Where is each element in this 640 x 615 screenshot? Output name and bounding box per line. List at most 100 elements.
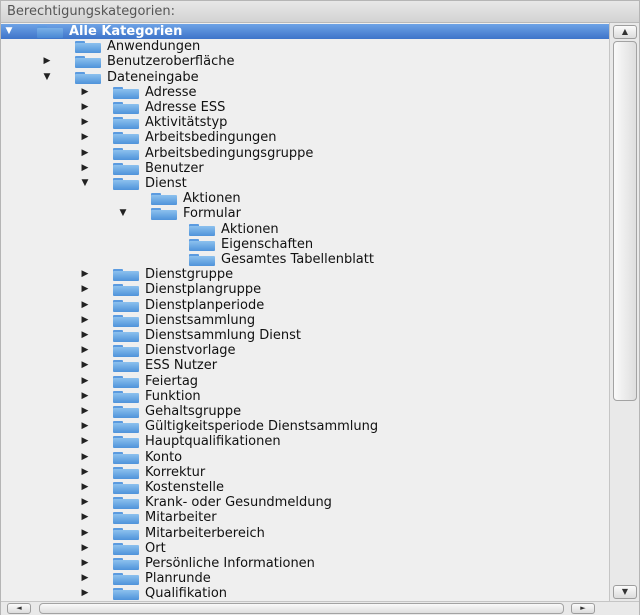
- triangle-down-icon[interactable]: ▼: [3, 24, 15, 39]
- triangle-right-icon[interactable]: ▶: [79, 298, 91, 313]
- tree-node[interactable]: ▶ Dienstsammlung Dienst: [1, 328, 609, 343]
- tree-node[interactable]: ▶ Arbeitsbedingungen: [1, 130, 609, 145]
- tree-node[interactable]: ▶ Dienstsammlung: [1, 313, 609, 328]
- tree-node[interactable]: ▶ Dienstplanperiode: [1, 298, 609, 313]
- triangle-right-icon[interactable]: ▶: [79, 343, 91, 358]
- tree-node[interactable]: ▶ Dienstvorlage: [1, 343, 609, 358]
- triangle-right-icon[interactable]: ▶: [79, 434, 91, 449]
- triangle-down-icon[interactable]: ▼: [41, 70, 53, 85]
- tree-node[interactable]: ▶ Benutzer: [1, 161, 609, 176]
- tree-node[interactable]: ▶ Mitarbeiterbereich: [1, 526, 609, 541]
- horizontal-scroll-thumb[interactable]: [39, 603, 564, 614]
- triangle-right-icon[interactable]: ▶: [79, 389, 91, 404]
- tree-node[interactable]: ▶ Persönliche Informationen: [1, 556, 609, 571]
- triangle-right-icon[interactable]: ▶: [79, 571, 91, 586]
- tree-node[interactable]: ▶ Kostenstelle: [1, 480, 609, 495]
- tree-node[interactable]: Gesamtes Tabellenblatt: [1, 252, 609, 267]
- tree-node[interactable]: ▼ Dateneingabe: [1, 70, 609, 85]
- triangle-right-icon[interactable]: ▶: [79, 465, 91, 480]
- triangle-down-icon[interactable]: ▼: [79, 176, 91, 191]
- triangle-right-icon[interactable]: ▶: [79, 100, 91, 115]
- tree-node[interactable]: Anwendungen: [1, 39, 609, 54]
- triangle-right-icon[interactable]: ▶: [79, 146, 91, 161]
- folder-icon: [113, 482, 139, 494]
- tree-node[interactable]: ▶ Funktion: [1, 389, 609, 404]
- tree-node[interactable]: ▶ Krank- oder Gesundmeldung: [1, 495, 609, 510]
- triangle-right-icon[interactable]: ▶: [79, 115, 91, 130]
- category-tree[interactable]: ▼ Alle Kategorien Anwendungen ▶ Benutzerober…: [1, 23, 609, 601]
- folder-icon: [113, 117, 139, 130]
- tree-node[interactable]: Eigenschaften: [1, 237, 609, 252]
- tree-node-label: Mitarbeiterbereich: [145, 525, 265, 541]
- tree-node[interactable]: ▶ Adresse: [1, 85, 609, 100]
- triangle-right-icon[interactable]: ▶: [79, 358, 91, 373]
- tree-node[interactable]: ▶ ESS Nutzer: [1, 358, 609, 373]
- folder-icon: [189, 223, 215, 236]
- triangle-right-icon[interactable]: ▶: [79, 85, 91, 100]
- tree-node[interactable]: ▶ Korrektur: [1, 465, 609, 480]
- folder-icon: [75, 41, 101, 54]
- tree-node[interactable]: Aktionen: [1, 191, 609, 206]
- folder-icon: [113, 390, 139, 403]
- folder-icon: [113, 299, 139, 312]
- triangle-down-icon[interactable]: ▼: [117, 206, 129, 221]
- vertical-scroll-thumb[interactable]: [613, 41, 637, 401]
- tree-node-label: Dienstvorlage: [145, 343, 236, 359]
- triangle-right-icon[interactable]: ▶: [79, 510, 91, 525]
- tree-node[interactable]: ▶ Dienstplangruppe: [1, 282, 609, 297]
- folder-icon: [113, 542, 139, 555]
- triangle-right-icon[interactable]: ▶: [79, 495, 91, 510]
- triangle-right-icon[interactable]: ▶: [79, 480, 91, 495]
- tree-node[interactable]: ▶ Hauptqualifikationen: [1, 434, 609, 449]
- triangle-right-icon[interactable]: ▶: [79, 374, 91, 389]
- triangle-right-icon[interactable]: ▶: [79, 556, 91, 571]
- folder-icon: [113, 330, 139, 342]
- tree-node[interactable]: ▶ Feiertag: [1, 374, 609, 389]
- tree-node[interactable]: ▶ Mitarbeiter: [1, 510, 609, 525]
- triangle-right-icon[interactable]: ▶: [79, 267, 91, 282]
- scroll-left-button[interactable]: ◄: [7, 603, 31, 614]
- tree-node[interactable]: ▶ Planrunde: [1, 571, 609, 586]
- triangle-right-icon[interactable]: ▶: [41, 54, 53, 69]
- horizontal-scrollbar[interactable]: ◄ ►: [1, 601, 639, 615]
- tree-node[interactable]: ▶ Aktivitätstyp: [1, 115, 609, 130]
- folder-icon: [113, 497, 139, 510]
- tree-node-label: Mitarbeiter: [145, 510, 217, 526]
- scroll-down-button[interactable]: ▼: [613, 585, 637, 599]
- triangle-right-icon[interactable]: ▶: [79, 526, 91, 541]
- folder-icon: [113, 466, 139, 479]
- tree-node[interactable]: ▼ Dienst: [1, 176, 609, 191]
- tree-node[interactable]: ▶ Qualifikation: [1, 586, 609, 601]
- scroll-right-button[interactable]: ►: [571, 603, 595, 614]
- folder-icon: [37, 26, 63, 38]
- tree-node-label: Alle Kategorien: [69, 24, 183, 39]
- tree-node[interactable]: ▶ Konto: [1, 450, 609, 465]
- tree-node[interactable]: ▼ Formular: [1, 206, 609, 221]
- triangle-right-icon[interactable]: ▶: [79, 419, 91, 434]
- vertical-scrollbar[interactable]: ▲ ▼: [609, 23, 639, 601]
- triangle-right-icon[interactable]: ▶: [79, 313, 91, 328]
- triangle-right-icon[interactable]: ▶: [79, 586, 91, 601]
- tree-node[interactable]: ▶ Dienstgruppe: [1, 267, 609, 282]
- triangle-right-icon[interactable]: ▶: [79, 130, 91, 145]
- folder-icon: [113, 451, 139, 464]
- tree-node[interactable]: Aktionen: [1, 222, 609, 237]
- scroll-up-button[interactable]: ▲: [613, 25, 637, 39]
- folder-icon: [113, 558, 139, 570]
- triangle-right-icon[interactable]: ▶: [79, 328, 91, 343]
- triangle-right-icon[interactable]: ▶: [79, 404, 91, 419]
- tree-node[interactable]: ▶ Arbeitsbedingungsgruppe: [1, 146, 609, 161]
- triangle-right-icon[interactable]: ▶: [79, 450, 91, 465]
- triangle-right-icon[interactable]: ▶: [79, 541, 91, 556]
- tree-node-label: Aktionen: [183, 191, 241, 207]
- tree-node[interactable]: ▶ Ort: [1, 541, 609, 556]
- triangle-right-icon[interactable]: ▶: [79, 161, 91, 176]
- tree-node[interactable]: ▼ Alle Kategorien: [1, 24, 609, 39]
- tree-node[interactable]: ▶ Gültigkeitsperiode Dienstsammlung: [1, 419, 609, 434]
- tree-node[interactable]: ▶ Gehaltsgruppe: [1, 404, 609, 419]
- triangle-right-icon[interactable]: ▶: [79, 282, 91, 297]
- tree-node-label: Adresse: [145, 84, 197, 100]
- tree-node[interactable]: ▶ Adresse ESS: [1, 100, 609, 115]
- folder-icon: [113, 345, 139, 358]
- tree-node[interactable]: ▶ Benutzeroberfläche: [1, 54, 609, 69]
